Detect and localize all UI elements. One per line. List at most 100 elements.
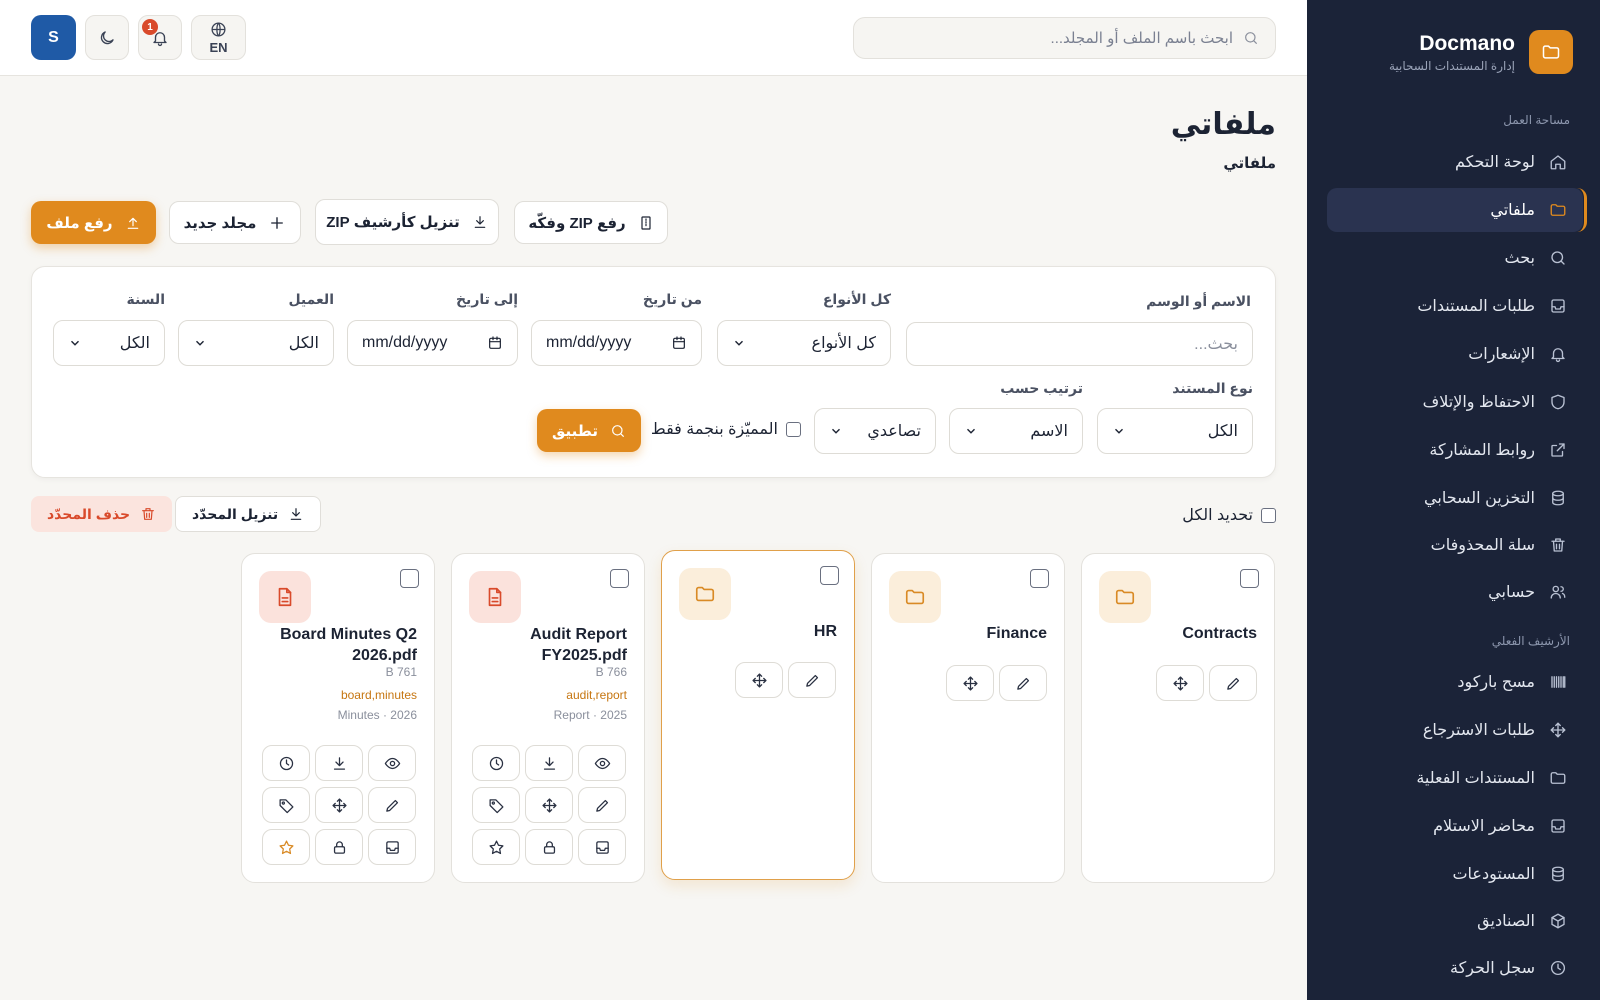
- archive-button[interactable]: [578, 829, 626, 865]
- calendar-icon: [489, 336, 501, 349]
- rename-button[interactable]: [578, 787, 626, 823]
- sidebar-item-dashboard[interactable]: لوحة التحكم: [1327, 140, 1583, 184]
- new-folder-label: مجلد جديد: [183, 214, 257, 232]
- item-checkbox[interactable]: [1030, 569, 1049, 588]
- apply-filters-button[interactable]: تطبيق: [537, 409, 641, 452]
- workspace-section-label: مساحة العمل: [1503, 113, 1570, 127]
- folder-icon: [1550, 772, 1566, 784]
- item-checkbox[interactable]: [820, 566, 839, 585]
- preview-button[interactable]: [578, 745, 626, 781]
- history-button[interactable]: [262, 745, 310, 781]
- sidebar-item-share-links[interactable]: روابط المشاركة: [1327, 428, 1583, 472]
- order-select-value: تصاعدي: [867, 423, 921, 440]
- notifications-button[interactable]: 1: [138, 15, 182, 60]
- to-date-value: mm/dd/yyyy: [362, 334, 448, 351]
- lock-button[interactable]: [315, 829, 363, 865]
- sidebar-item-barcode-scan[interactable]: مسح باركود: [1327, 660, 1583, 704]
- sidebar-item-account[interactable]: حسابي: [1327, 570, 1583, 614]
- item-checkbox[interactable]: [400, 569, 419, 588]
- history-button[interactable]: [472, 745, 520, 781]
- file-card[interactable]: Audit Report FY2025.pdf 766 B audit,repo…: [451, 553, 645, 883]
- search-input[interactable]: ابحث باسم الملف أو المجلد...: [853, 17, 1276, 59]
- sidebar-item-search[interactable]: بحث: [1327, 236, 1583, 280]
- chevron-down-icon: [1115, 428, 1123, 434]
- select-all-checkbox[interactable]: [1261, 507, 1276, 523]
- star-button[interactable]: [262, 829, 310, 865]
- sidebar-item-my-files[interactable]: ملفاتي: [1327, 188, 1587, 232]
- move-button[interactable]: [525, 787, 573, 823]
- trash-icon: [142, 508, 155, 520]
- theme-toggle-button[interactable]: [85, 15, 129, 60]
- rename-button[interactable]: [1209, 665, 1257, 701]
- folder-card[interactable]: Finance: [871, 553, 1065, 883]
- from-date-input[interactable]: mm/dd/yyyy: [531, 320, 702, 366]
- language-button[interactable]: EN: [191, 15, 246, 60]
- client-select[interactable]: الكل: [178, 320, 334, 366]
- folder-icon: [889, 571, 941, 623]
- sidebar-item-boxes[interactable]: الصناديق: [1327, 899, 1583, 943]
- name-filter-input[interactable]: بحث...: [906, 322, 1253, 366]
- types-select[interactable]: كل الأنواع: [717, 320, 891, 366]
- move-button[interactable]: [946, 665, 994, 701]
- order-select[interactable]: تصاعدي: [814, 408, 936, 454]
- to-date-label: إلى تاريخ: [455, 291, 518, 307]
- home-icon: [1550, 155, 1566, 170]
- move-button[interactable]: [1156, 665, 1204, 701]
- upload-file-button[interactable]: رفع ملف: [31, 201, 156, 244]
- star-button[interactable]: [472, 829, 520, 865]
- sidebar-item-label: لوحة التحكم: [1454, 154, 1535, 171]
- apply-filters-label: تطبيق: [552, 422, 599, 440]
- sidebar-item-warehouses[interactable]: المستودعات: [1327, 852, 1583, 896]
- rename-button[interactable]: [788, 662, 836, 698]
- sidebar-item-notifications[interactable]: الإشعارات: [1327, 332, 1583, 376]
- item-size: 761 B: [385, 665, 417, 679]
- archive-button[interactable]: [368, 829, 416, 865]
- year-select[interactable]: الكل: [53, 320, 165, 366]
- rename-button[interactable]: [999, 665, 1047, 701]
- star-icon: [488, 839, 504, 854]
- starred-only-toggle[interactable]: المميّزة بنجمة فقط: [651, 419, 801, 439]
- sidebar-item-retention[interactable]: الاحتفاظ والإتلاف: [1327, 380, 1583, 424]
- sidebar-item-receipts[interactable]: محاضر الاستلام: [1327, 804, 1583, 848]
- upload-zip-button[interactable]: رفع ZIP وفكّه: [514, 201, 668, 244]
- trash-icon: [1551, 538, 1565, 552]
- pencil-icon: [1016, 677, 1029, 690]
- preview-button[interactable]: [368, 745, 416, 781]
- sidebar-item-document-requests[interactable]: طلبات المستندات: [1327, 284, 1583, 328]
- select-all-toggle[interactable]: تحديد الكل: [1182, 505, 1276, 525]
- new-folder-button[interactable]: مجلد جديد: [169, 201, 301, 244]
- tag-button[interactable]: [262, 787, 310, 823]
- sidebar-item-label: ملفاتي: [1490, 202, 1535, 219]
- tag-button[interactable]: [472, 787, 520, 823]
- brand: Docmano إدارة المستندات السحابية: [1389, 30, 1573, 74]
- move-button[interactable]: [315, 787, 363, 823]
- sort-select[interactable]: الاسم: [949, 408, 1083, 454]
- sidebar-item-label: المستندات الفعلية: [1416, 770, 1535, 787]
- file-card[interactable]: Board Minutes Q2 2026.pdf 761 B board,mi…: [241, 553, 435, 883]
- lock-button[interactable]: [525, 829, 573, 865]
- download-button[interactable]: [525, 745, 573, 781]
- sidebar-item-cloud-storage[interactable]: التخزين السحابي: [1327, 476, 1583, 520]
- download-zip-button[interactable]: تنزيل كأرشيف ZIP: [315, 199, 499, 245]
- move-button[interactable]: [735, 662, 783, 698]
- folder-card[interactable]: Contracts: [1081, 553, 1275, 883]
- move-icon: [541, 797, 557, 813]
- sidebar-item-movement-log[interactable]: سجل الحركة: [1327, 946, 1583, 990]
- to-date-input[interactable]: mm/dd/yyyy: [347, 320, 518, 366]
- item-checkbox[interactable]: [610, 569, 629, 588]
- folder-card[interactable]: HR: [661, 550, 855, 880]
- item-checkbox[interactable]: [1240, 569, 1259, 588]
- sidebar-item-label: روابط المشاركة: [1429, 442, 1535, 459]
- moon-icon: [100, 30, 114, 44]
- delete-selected-button[interactable]: حذف المحدّد: [31, 496, 173, 532]
- sidebar-item-physical-docs[interactable]: المستندات الفعلية: [1327, 756, 1583, 800]
- client-filter-label: العميل: [288, 291, 334, 307]
- sidebar-item-retrieval-requests[interactable]: طلبات الاسترجاع: [1327, 708, 1583, 752]
- starred-only-checkbox[interactable]: [786, 421, 801, 437]
- avatar[interactable]: S: [31, 15, 76, 60]
- sidebar-item-trash[interactable]: سلة المحذوفات: [1327, 523, 1583, 567]
- rename-button[interactable]: [368, 787, 416, 823]
- download-selected-button[interactable]: تنزيل المحدّد: [175, 496, 322, 532]
- doctype-select[interactable]: الكل: [1097, 408, 1253, 454]
- download-button[interactable]: [315, 745, 363, 781]
